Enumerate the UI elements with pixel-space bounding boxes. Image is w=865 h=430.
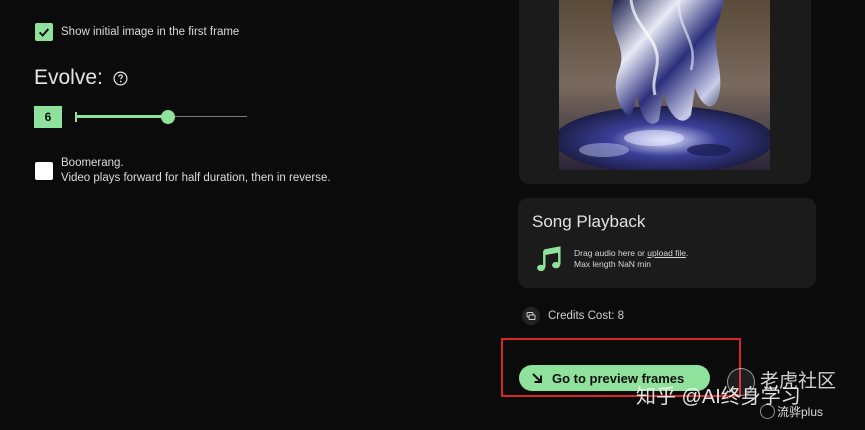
question-circle-icon[interactable] xyxy=(113,71,128,86)
show-initial-image-checkbox[interactable] xyxy=(35,23,53,41)
song-playback-card[interactable]: Song Playback Drag audio here or upload … xyxy=(518,198,816,288)
show-initial-image-option[interactable]: Show initial image in the first frame xyxy=(35,23,239,41)
watermark-small-text: 流骅plus xyxy=(777,405,824,419)
show-initial-image-label: Show initial image in the first frame xyxy=(61,26,240,38)
drag-audio-text: Drag audio here or upload file. Max leng… xyxy=(574,248,688,270)
initial-image xyxy=(559,0,770,170)
credits-icon xyxy=(522,307,540,325)
evolve-heading: Evolve: xyxy=(34,66,128,90)
evolve-value[interactable]: 6 xyxy=(34,106,62,128)
credits-cost: Credits Cost: 8 xyxy=(522,307,624,325)
slider-fill xyxy=(75,115,168,118)
boomerang-option[interactable]: Boomerang. Video plays forward for half … xyxy=(35,156,331,186)
drag-prompt: Drag audio here or xyxy=(574,248,645,258)
arrow-down-right-icon xyxy=(531,372,543,384)
drag-line: Drag audio here or upload file. xyxy=(574,248,688,259)
music-note-icon xyxy=(534,244,564,274)
boomerang-title: Boomerang. xyxy=(61,157,124,169)
evolve-slider[interactable] xyxy=(75,110,247,124)
boomerang-text: Boomerang. Video plays forward for half … xyxy=(61,156,331,186)
slider-start-tick xyxy=(75,112,77,122)
check-icon xyxy=(38,28,50,37)
slider-thumb[interactable] xyxy=(161,110,175,124)
initial-image-card xyxy=(519,0,811,184)
watermark-small-logo-icon xyxy=(760,404,775,419)
upload-file-link[interactable]: upload file xyxy=(647,248,686,258)
song-playback-title: Song Playback xyxy=(532,212,646,231)
page: Show initial image in the first frame Ev… xyxy=(0,0,865,430)
credits-text: Credits Cost: 8 xyxy=(548,310,625,322)
evolve-title: Evolve: xyxy=(34,66,103,89)
max-length-text: Max length NaN min xyxy=(574,259,652,269)
drag-suffix: . xyxy=(686,248,689,258)
boomerang-checkbox[interactable] xyxy=(35,162,53,180)
boomerang-description: Video plays forward for half duration, t… xyxy=(61,172,331,184)
